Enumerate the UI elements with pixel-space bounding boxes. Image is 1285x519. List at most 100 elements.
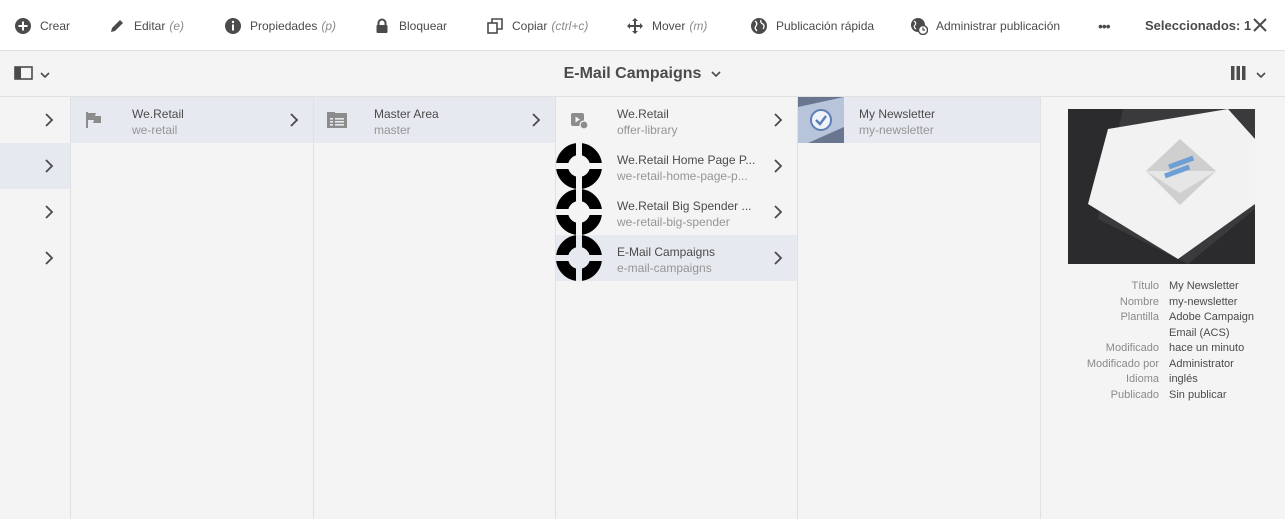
flag-icon [71,97,117,143]
move-label: Mover [652,18,686,33]
meta-value: Email (ACS) [1169,326,1230,339]
item-title: We.Retail Home Page P... [617,153,756,167]
meta-value: hace un minuto [1169,342,1245,354]
lock-button[interactable]: Bloquear [373,0,447,51]
copy-icon [486,17,504,35]
rail-toggle-button[interactable] [14,65,54,86]
globe-icon [750,17,768,35]
selected-count: Seleccionados: 1 [1145,18,1252,33]
item-name: offer-library [617,123,678,137]
meta-row-modified: Modificado hace un minuto [1041,341,1285,357]
meta-value: Sin publicar [1169,388,1227,401]
list-item[interactable] [0,235,70,281]
create-label: Crear [40,18,71,33]
edit-shortcut: (e) [169,18,185,33]
lock-icon [373,17,391,35]
rail-icon [14,65,34,86]
column-root [0,97,71,519]
chevron-right-icon [774,205,783,219]
list-item-big-spender[interactable]: We.Retail Big Spender ... we-retail-big-… [556,189,797,235]
item-title: We.Retail [132,107,184,121]
edit-label: Editar [134,18,166,33]
add-circle-icon [14,17,32,35]
list-item-master[interactable]: Master Area master [314,97,555,143]
meta-value: My Newsletter [1169,280,1239,292]
meta-row-language: Idioma inglés [1041,372,1285,388]
item-title: My Newsletter [859,107,936,121]
meta-row-template: Plantilla Adobe Campaign [1041,310,1285,326]
properties-shortcut: (p) [321,18,337,33]
target-ring-icon [556,189,602,235]
chevron-right-icon [290,113,299,127]
item-name: we-retail-home-page-p... [617,169,748,183]
preview-image [1068,109,1255,264]
page-title: E-Mail Campaigns [563,65,702,82]
view-switcher-button[interactable] [1230,65,1270,85]
meta-value: Administrator [1169,357,1234,370]
item-name: we-retail-big-spender [617,215,730,229]
chevron-right-icon [45,113,54,127]
item-name: my-newsletter [859,123,934,137]
move-shortcut: (m) [689,18,708,33]
properties-button[interactable]: Propiedades (p) [224,0,336,51]
copy-label: Copiar [512,18,548,33]
title-bar: E-Mail Campaigns [0,51,1285,97]
list-item[interactable] [0,143,70,189]
list-item-offer-library[interactable]: We.Retail offer-library [556,97,797,143]
item-name: we-retail [132,123,178,137]
chevron-down-icon [40,66,50,84]
list-item-home-page[interactable]: We.Retail Home Page P... we-retail-home-… [556,143,797,189]
column-view-icon [1230,65,1248,86]
info-icon [224,17,242,35]
meta-label: Modificado [1105,342,1159,354]
create-button[interactable]: Crear [14,0,70,51]
chevron-right-icon [45,251,54,265]
move-icon [626,17,644,35]
meta-row-published: Publicado Sin publicar [1041,388,1285,404]
properties-label: Propiedades [250,18,318,33]
chevron-right-icon [45,159,54,173]
quick-publish-button[interactable]: Publicación rápida [750,0,874,51]
offer-icon [556,97,602,143]
meta-row-template-cont: Email (ACS) [1041,326,1285,342]
list-item[interactable] [0,97,70,143]
page-title-wrap: E-Mail Campaigns [0,51,1285,97]
close-icon[interactable] [1250,15,1270,35]
edit-button[interactable]: Editar (e) [108,0,184,51]
action-bar: Crear Editar (e) Propiedades (p) Bloquea… [0,0,1285,51]
list-item-my-newsletter[interactable]: My Newsletter my-newsletter [798,97,1040,143]
chevron-right-icon [45,205,54,219]
item-name: e-mail-campaigns [617,261,712,275]
meta-label: Título [1131,280,1159,292]
meta-label: Modificado por [1086,357,1159,370]
more-button[interactable]: ••• [1098,0,1111,51]
folder-list-icon [314,97,360,143]
chevron-right-icon [532,113,541,127]
list-item-email-campaigns[interactable]: E-Mail Campaigns e-mail-campaigns [556,235,797,281]
meta-row-name: Nombre my-newsletter [1041,295,1285,311]
manage-publication-button[interactable]: Administrar publicación [910,0,1060,51]
copy-button[interactable]: Copiar (ctrl+c) [486,0,588,51]
copy-shortcut: (ctrl+c) [551,18,589,33]
manage-publication-label: Administrar publicación [936,18,1061,33]
column-4: My Newsletter my-newsletter [798,97,1041,519]
details-panel: Título My Newsletter Nombre my-newslette… [1041,97,1285,519]
meta-row-modified-by: Modificado por Administrator [1041,357,1285,373]
item-title: Master Area [374,107,439,121]
target-ring-icon [556,235,602,281]
move-button[interactable]: Mover (m) [626,0,707,51]
meta-label: Publicado [1110,388,1159,401]
globe-clock-icon [910,17,928,35]
list-item[interactable] [0,189,70,235]
column-3: We.Retail offer-library We.Retail Home P… [556,97,798,519]
list-item-we-retail[interactable]: We.Retail we-retail [71,97,313,143]
meta-label-empty [1041,326,1165,342]
chevron-down-icon[interactable] [711,65,721,83]
item-name: master [374,123,411,137]
quick-publish-label: Publicación rápida [776,18,875,33]
target-ring-icon [556,143,602,189]
pencil-icon [108,17,126,35]
chevron-right-icon [774,251,783,265]
newsletter-thumbnail [798,97,844,143]
chevron-down-icon [1256,66,1266,84]
